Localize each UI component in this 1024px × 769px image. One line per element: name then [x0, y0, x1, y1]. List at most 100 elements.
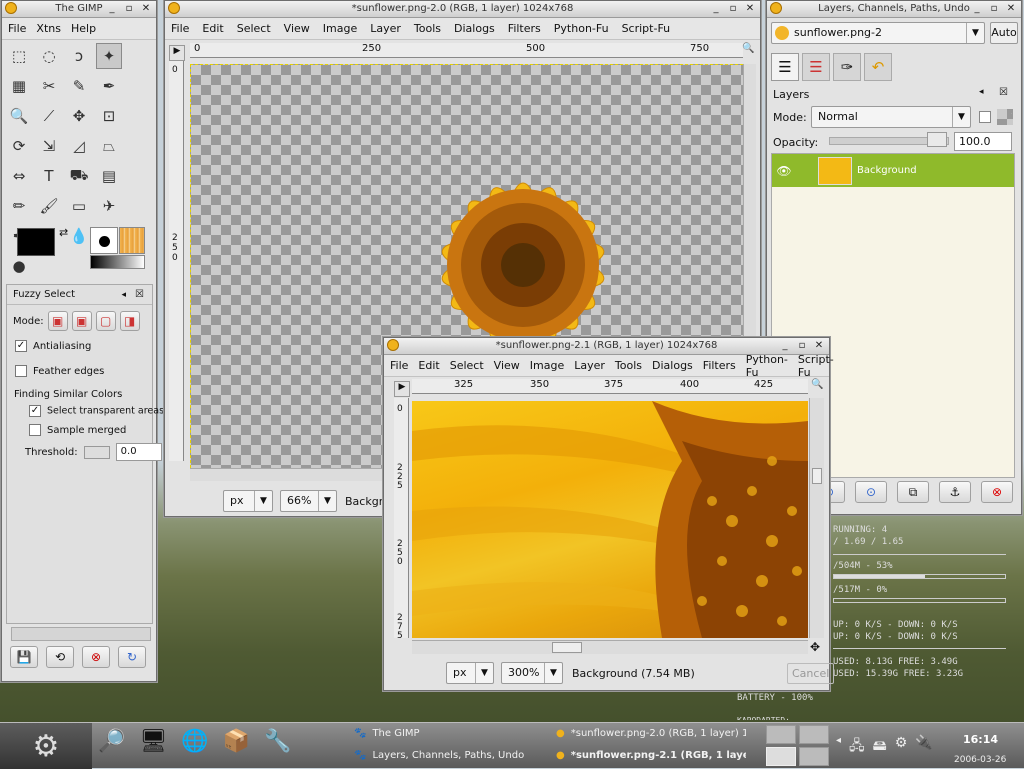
perspective-icon[interactable]: ⏢: [96, 133, 122, 159]
crop-icon[interactable]: ⊡: [96, 103, 122, 129]
task-layers[interactable]: 🐾 Layers, Channels, Paths, Undo: [354, 750, 524, 761]
paintbrush-icon[interactable]: 🖌: [36, 193, 62, 219]
layer-name[interactable]: Background: [857, 165, 917, 176]
antialiasing-row[interactable]: ✓ Antialiasing: [15, 340, 91, 352]
minimize-icon[interactable]: _: [970, 2, 984, 15]
system-icon[interactable]: 🖥: [139, 729, 167, 754]
desktop-2[interactable]: [799, 725, 829, 744]
navigate-button[interactable]: ▶: [394, 381, 410, 397]
gradient-indicator[interactable]: [90, 255, 145, 269]
zoom-combo[interactable]: 300% ▼: [501, 662, 563, 684]
task-sunflower-2-0[interactable]: ● *sunflower.png-2.0 (RGB, 1 layer) 102: [556, 728, 746, 739]
kde-menu-button[interactable]: ⚙: [0, 723, 92, 769]
move-icon[interactable]: ✥: [66, 103, 92, 129]
flip-icon[interactable]: ⇔: [6, 163, 32, 189]
maximize-icon[interactable]: ▫: [726, 2, 740, 15]
color-select-icon[interactable]: ▦: [6, 73, 32, 99]
visibility-eye-icon[interactable]: 👁: [772, 164, 796, 178]
menu-image[interactable]: Image: [323, 22, 357, 35]
menu-file[interactable]: File: [8, 22, 26, 35]
hardware-icon[interactable]: 🖴: [873, 735, 887, 759]
select-transparent-checkbox[interactable]: ✓: [29, 405, 41, 417]
close-icon[interactable]: ✕: [1004, 2, 1018, 15]
horizontal-ruler[interactable]: 325 350 375 400 425: [412, 379, 808, 394]
fuzzy-select-icon[interactable]: ✦: [96, 43, 122, 69]
canvas-2[interactable]: [412, 401, 808, 638]
restore-options-icon[interactable]: ⟲: [46, 646, 74, 668]
menu-dialogs[interactable]: Dialogs: [652, 359, 693, 372]
navigate-button[interactable]: ▶: [169, 45, 185, 61]
mode-add-button[interactable]: ▣: [71, 311, 92, 331]
eraser-icon[interactable]: ▭: [66, 193, 92, 219]
foreground-color[interactable]: [17, 228, 55, 256]
zoom-to-fit-icon[interactable]: 🔍: [810, 379, 825, 394]
blend-icon[interactable]: ▤: [96, 163, 122, 189]
desktop-4[interactable]: [799, 747, 829, 766]
minimize-icon[interactable]: _: [778, 339, 792, 352]
scissors-icon[interactable]: ✂: [36, 73, 62, 99]
tools-icon[interactable]: 🔧: [264, 729, 291, 754]
pattern-indicator[interactable]: [119, 227, 145, 254]
feather-row[interactable]: Feather edges: [15, 365, 104, 377]
options-hscrollbar[interactable]: [11, 627, 151, 641]
horizontal-scrollbar[interactable]: [412, 640, 808, 654]
close-icon[interactable]: ✕: [743, 2, 757, 15]
notes-icon[interactable]: 📦: [223, 729, 250, 754]
panel-close-icon[interactable]: ☒: [999, 87, 1008, 98]
menu-image[interactable]: Image: [530, 359, 564, 372]
mode-intersect-button[interactable]: ◨: [119, 311, 140, 331]
zoom-icon[interactable]: 🔍: [6, 103, 32, 129]
maximize-icon[interactable]: ▫: [987, 2, 1001, 15]
task-the-gimp[interactable]: 🐾 The GIMP: [354, 728, 420, 739]
menu-view[interactable]: View: [494, 359, 520, 372]
image-window-1-titlebar[interactable]: *sunflower.png-2.0 (RGB, 1 layer) 1024x7…: [165, 1, 760, 18]
menu-layer[interactable]: Layer: [370, 22, 401, 35]
network-icon[interactable]: 🖧: [849, 735, 865, 759]
scale-icon[interactable]: ⇲: [36, 133, 62, 159]
pencil-icon[interactable]: ✏: [6, 193, 32, 219]
lower-layer-icon[interactable]: ⊙: [855, 481, 887, 503]
keep-transparency-checkbox[interactable]: [979, 111, 991, 123]
menu-python-fu[interactable]: Python-Fu: [554, 22, 609, 35]
feather-checkbox[interactable]: [15, 365, 27, 377]
menu-edit[interactable]: Edit: [418, 359, 439, 372]
menu-file[interactable]: File: [390, 359, 408, 372]
anchor-layer-icon[interactable]: ⚓: [939, 481, 971, 503]
select-transparent-row[interactable]: ✓ Select transparent areas: [29, 405, 164, 417]
unit-combo[interactable]: px ▼: [446, 662, 494, 684]
layers-titlebar[interactable]: Layers, Channels, Paths, Undo _ ▫ ✕: [767, 1, 1021, 18]
ellipse-select-icon[interactable]: ◌: [36, 43, 62, 69]
layer-mode-combo[interactable]: Normal ▼: [811, 106, 971, 128]
shear-icon[interactable]: ◿: [66, 133, 92, 159]
sample-merged-row[interactable]: Sample merged: [29, 424, 126, 436]
opacity-input[interactable]: 100.0: [954, 132, 1012, 151]
menu-script-fu[interactable]: Script-Fu: [622, 22, 671, 35]
zoom-to-fit-icon[interactable]: 🔍: [741, 43, 756, 58]
menu-filters[interactable]: Filters: [508, 22, 541, 35]
bucket-fill-icon[interactable]: ⛟: [66, 163, 92, 189]
close-icon[interactable]: ✕: [812, 339, 826, 352]
browser-icon[interactable]: 🔎: [98, 729, 125, 754]
rotate-icon[interactable]: ⟳: [6, 133, 32, 159]
menu-dialogs[interactable]: Dialogs: [454, 22, 495, 35]
task-sunflower-2-1[interactable]: ● *sunflower.png-2.1 (RGB, 1 layer): [556, 750, 746, 761]
color-picker-icon[interactable]: ✒: [96, 73, 122, 99]
airbrush-icon[interactable]: ✈: [96, 193, 122, 219]
desktop-1[interactable]: [766, 725, 796, 744]
threshold-slider[interactable]: [83, 445, 110, 459]
menu-xtns[interactable]: Xtns: [36, 22, 61, 35]
minimize-icon[interactable]: _: [105, 2, 119, 15]
opacity-slider-handle[interactable]: [927, 132, 947, 147]
tab-undo-icon[interactable]: ↶: [864, 53, 892, 81]
konqueror-icon[interactable]: 🌐: [181, 729, 208, 754]
text-icon[interactable]: T: [36, 163, 62, 189]
clock[interactable]: 16:14: [963, 733, 998, 746]
vertical-ruler[interactable]: 0 250: [169, 61, 184, 461]
navigation-move-icon[interactable]: ✥: [810, 640, 820, 654]
save-options-icon[interactable]: 💾: [10, 646, 38, 668]
tab-paths-icon[interactable]: ✑: [833, 53, 861, 81]
menu-file[interactable]: File: [171, 22, 189, 35]
menu-edit[interactable]: Edit: [202, 22, 223, 35]
panel-menu-icon[interactable]: ◂: [121, 290, 126, 300]
menu-view[interactable]: View: [284, 22, 310, 35]
